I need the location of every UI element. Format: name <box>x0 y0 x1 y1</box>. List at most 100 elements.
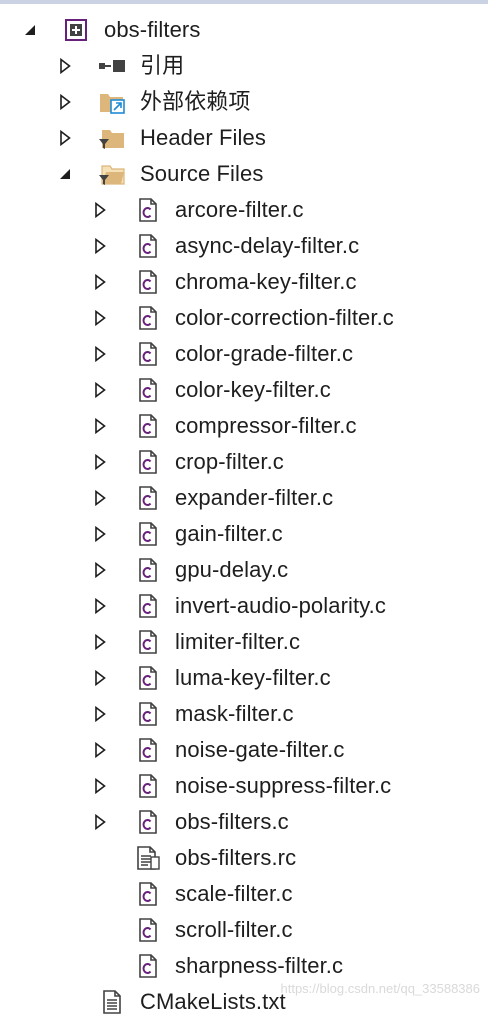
file-name: color-key-filter.c <box>175 377 331 402</box>
c-file-icon <box>134 768 162 804</box>
collapsed-arrow-icon[interactable] <box>90 408 110 444</box>
c-file-icon <box>134 192 162 228</box>
external-deps-label: 外部依赖项 <box>140 89 251 114</box>
file-name: compressor-filter.c <box>175 413 357 438</box>
c-file-icon <box>134 228 162 264</box>
collapsed-arrow-icon[interactable] <box>90 300 110 336</box>
c-file-icon <box>134 372 162 408</box>
c-file-icon <box>134 552 162 588</box>
c-file-icon <box>134 948 162 984</box>
collapsed-arrow-icon[interactable] <box>90 768 110 804</box>
tree-row-source-file[interactable]: async-delay-filter.c <box>0 228 488 264</box>
c-file-icon <box>134 408 162 444</box>
c-file-icon <box>134 480 162 516</box>
tree-row-source-file[interactable]: gain-filter.c <box>0 516 488 552</box>
file-name: color-correction-filter.c <box>175 305 394 330</box>
solution-explorer-tree: obs-filters 引用 外部依赖项 Header Files Source… <box>0 12 488 1020</box>
tree-row-source-file[interactable]: limiter-filter.c <box>0 624 488 660</box>
collapsed-arrow-icon[interactable] <box>90 624 110 660</box>
file-name: scroll-filter.c <box>175 917 293 942</box>
file-name: async-delay-filter.c <box>175 233 360 258</box>
collapsed-arrow-icon[interactable] <box>90 804 110 840</box>
cmakelists-label: CMakeLists.txt <box>140 989 286 1014</box>
tree-row-external-deps[interactable]: 外部依赖项 <box>0 84 488 120</box>
tree-row-rc-file[interactable]: obs-filters.rc <box>0 840 488 876</box>
c-file-icon <box>134 804 162 840</box>
file-name: luma-key-filter.c <box>175 665 331 690</box>
header-files-folder-icon <box>98 120 126 156</box>
tree-row-source-files[interactable]: Source Files <box>0 156 488 192</box>
tree-row-source-file[interactable]: scroll-filter.c <box>0 912 488 948</box>
c-file-icon <box>134 732 162 768</box>
tree-row-source-file[interactable]: color-grade-filter.c <box>0 336 488 372</box>
collapsed-arrow-icon[interactable] <box>90 480 110 516</box>
file-name: limiter-filter.c <box>175 629 301 654</box>
c-file-icon <box>134 444 162 480</box>
collapsed-arrow-icon[interactable] <box>90 264 110 300</box>
collapsed-arrow-icon[interactable] <box>90 732 110 768</box>
header-files-label: Header Files <box>140 125 266 150</box>
collapsed-arrow-icon[interactable] <box>55 120 75 156</box>
tree-row-source-file[interactable]: obs-filters.c <box>0 804 488 840</box>
tree-row-source-file[interactable]: color-key-filter.c <box>0 372 488 408</box>
tree-row-references[interactable]: 引用 <box>0 48 488 84</box>
file-name: expander-filter.c <box>175 485 334 510</box>
collapsed-arrow-icon[interactable] <box>90 372 110 408</box>
project-icon <box>62 12 90 48</box>
resource-file-icon <box>134 840 162 876</box>
c-file-icon <box>134 264 162 300</box>
c-file-icon <box>134 876 162 912</box>
tree-row-source-file[interactable]: invert-audio-polarity.c <box>0 588 488 624</box>
collapsed-arrow-icon[interactable] <box>90 192 110 228</box>
project-name: obs-filters <box>104 17 201 42</box>
c-file-icon <box>134 624 162 660</box>
text-file-icon <box>98 984 126 1020</box>
c-file-icon <box>134 336 162 372</box>
collapsed-arrow-icon[interactable] <box>90 552 110 588</box>
collapsed-arrow-icon[interactable] <box>55 84 75 120</box>
file-name: noise-gate-filter.c <box>175 737 345 762</box>
expanded-arrow-icon[interactable] <box>55 156 75 192</box>
tree-row-header-files[interactable]: Header Files <box>0 120 488 156</box>
collapsed-arrow-icon[interactable] <box>90 696 110 732</box>
collapsed-arrow-icon[interactable] <box>90 516 110 552</box>
expanded-arrow-icon[interactable] <box>20 12 40 48</box>
collapsed-arrow-icon[interactable] <box>90 228 110 264</box>
file-name: crop-filter.c <box>175 449 284 474</box>
leaf-files-list: scale-filter.c scroll-filter.c sharpness-f… <box>0 876 488 984</box>
tree-row-source-file[interactable]: color-correction-filter.c <box>0 300 488 336</box>
file-name: obs-filters.c <box>175 809 289 834</box>
c-file-icon <box>134 660 162 696</box>
source-files-label: Source Files <box>140 161 264 186</box>
tree-row-source-file[interactable]: gpu-delay.c <box>0 552 488 588</box>
tree-row-source-file[interactable]: mask-filter.c <box>0 696 488 732</box>
tree-row-source-file[interactable]: expander-filter.c <box>0 480 488 516</box>
collapsed-arrow-icon[interactable] <box>90 444 110 480</box>
tree-row-source-file[interactable]: crop-filter.c <box>0 444 488 480</box>
tree-row-source-file[interactable]: compressor-filter.c <box>0 408 488 444</box>
top-border <box>0 0 488 4</box>
source-files-list: arcore-filter.c async-delay-filter.c chrom… <box>0 192 488 840</box>
tree-row-source-file[interactable]: noise-suppress-filter.c <box>0 768 488 804</box>
source-files-folder-icon <box>98 156 126 192</box>
c-file-icon <box>134 912 162 948</box>
tree-row-source-file[interactable]: noise-gate-filter.c <box>0 732 488 768</box>
collapsed-arrow-icon[interactable] <box>90 588 110 624</box>
collapsed-arrow-icon[interactable] <box>90 660 110 696</box>
tree-row-source-file[interactable]: chroma-key-filter.c <box>0 264 488 300</box>
file-name: arcore-filter.c <box>175 197 304 222</box>
tree-row-source-file[interactable]: scale-filter.c <box>0 876 488 912</box>
external-deps-folder-icon <box>98 84 126 120</box>
c-file-icon <box>134 300 162 336</box>
references-icon <box>98 48 126 84</box>
file-name: color-grade-filter.c <box>175 341 354 366</box>
tree-row-source-file[interactable]: sharpness-filter.c <box>0 948 488 984</box>
tree-row-project[interactable]: obs-filters <box>0 12 488 48</box>
file-name: chroma-key-filter.c <box>175 269 357 294</box>
file-name: noise-suppress-filter.c <box>175 773 392 798</box>
c-file-icon <box>134 696 162 732</box>
tree-row-source-file[interactable]: luma-key-filter.c <box>0 660 488 696</box>
tree-row-source-file[interactable]: arcore-filter.c <box>0 192 488 228</box>
collapsed-arrow-icon[interactable] <box>55 48 75 84</box>
collapsed-arrow-icon[interactable] <box>90 336 110 372</box>
